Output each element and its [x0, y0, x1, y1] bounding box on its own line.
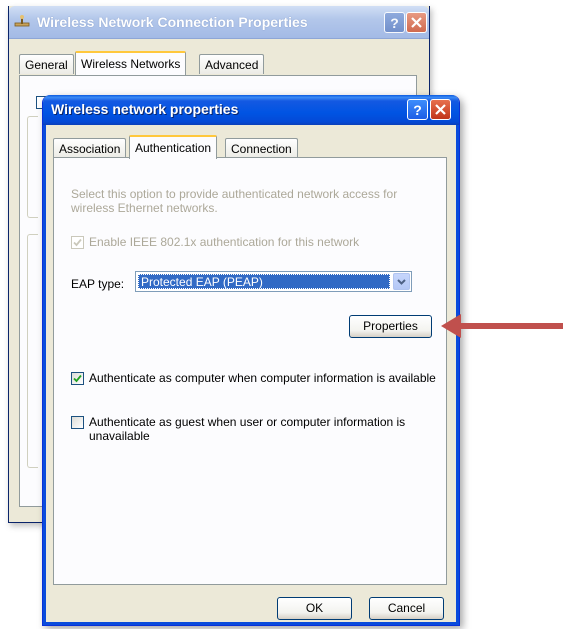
dropdown-arrow-button[interactable] [393, 273, 410, 290]
back-groupbox [27, 234, 38, 468]
auth-guest-checkbox[interactable] [71, 416, 84, 429]
enable-8021x-label: Enable IEEE 802.1x authentication for th… [89, 235, 360, 249]
auth-computer-label: Authenticate as computer when computer i… [89, 371, 436, 385]
dialog-title: Wireless network properties [51, 101, 239, 117]
eap-type-label: EAP type: [71, 277, 125, 291]
eap-type-value: Protected EAP (PEAP) [138, 274, 390, 289]
back-tab-general[interactable]: General [19, 54, 74, 74]
checkmark-icon [73, 238, 82, 247]
close-button[interactable] [430, 99, 451, 120]
auth-computer-checkbox[interactable] [71, 372, 84, 385]
wireless-network-properties-dialog: Wireless network properties ? Associatio… [42, 95, 460, 626]
properties-button[interactable]: Properties [349, 315, 432, 338]
network-connection-icon [14, 15, 30, 27]
back-close-button[interactable] [406, 12, 427, 33]
auth-guest-row: Authenticate as guest when user or compu… [71, 415, 441, 446]
dialog-border [43, 622, 459, 625]
dialog-titlebar: Wireless network properties ? [43, 95, 459, 125]
eap-type-select[interactable]: Protected EAP (PEAP) [135, 271, 412, 292]
back-window-title: Wireless Network Connection Properties [37, 14, 308, 30]
help-icon: ? [413, 101, 422, 118]
checkmark-icon [73, 374, 82, 383]
tab-association[interactable]: Association [53, 138, 127, 158]
cancel-button[interactable]: Cancel [369, 597, 444, 620]
close-icon [411, 17, 422, 28]
tab-authentication[interactable]: Authentication [129, 135, 218, 159]
arrow-head [441, 314, 461, 338]
back-window-titlebar: Wireless Network Connection Properties ? [9, 6, 429, 39]
tab-connection[interactable]: Connection [225, 138, 298, 158]
enable-8021x-checkbox[interactable] [71, 236, 84, 249]
chevron-down-icon [397, 278, 406, 285]
ok-button[interactable]: OK [277, 597, 352, 620]
back-tab-advanced[interactable]: Advanced [199, 54, 265, 74]
arrow-shaft [460, 323, 563, 329]
annotation-arrow [441, 314, 563, 338]
description-text: Select this option to provide authentica… [71, 187, 398, 215]
back-groupbox [27, 116, 38, 218]
help-button[interactable]: ? [407, 99, 428, 120]
back-tab-wireless-networks[interactable]: Wireless Networks [75, 51, 187, 75]
back-help-button[interactable]: ? [384, 12, 405, 33]
auth-guest-label: Authenticate as guest when user or compu… [89, 415, 406, 443]
auth-computer-row: Authenticate as computer when computer i… [71, 371, 441, 386]
close-icon [435, 104, 446, 115]
